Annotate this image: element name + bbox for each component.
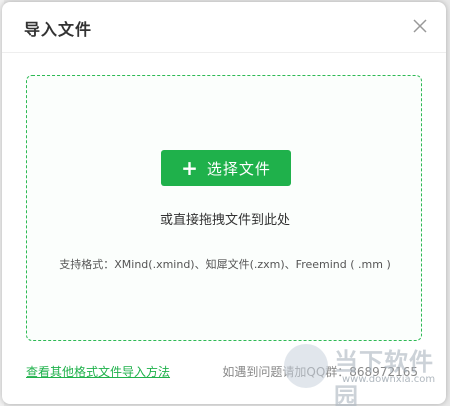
help-text: 如遇到问题请加QQ群：868972165 — [222, 365, 418, 379]
dialog-header: 导入文件 — [2, 2, 446, 53]
import-file-dialog: 导入文件 + 选择文件 或直接拖拽文件到此处 支持格式：XMind(.xmind… — [2, 2, 446, 404]
select-file-button[interactable]: + 选择文件 — [161, 150, 291, 186]
close-icon — [413, 19, 427, 33]
select-file-label: 选择文件 — [206, 159, 271, 178]
plus-icon: + — [181, 156, 199, 180]
dialog-title: 导入文件 — [24, 20, 93, 39]
supported-formats: 支持格式：XMind(.xmind)、知犀文件(.zxm)、Freemind (… — [59, 258, 391, 271]
drag-hint: 或直接拖拽文件到此处 — [159, 213, 290, 228]
close-button[interactable] — [410, 16, 430, 36]
other-formats-link[interactable]: 查看其他格式文件导入方法 — [26, 363, 170, 380]
file-drop-zone[interactable]: + 选择文件 或直接拖拽文件到此处 支持格式：XMind(.xmind)、知犀文… — [26, 75, 422, 341]
